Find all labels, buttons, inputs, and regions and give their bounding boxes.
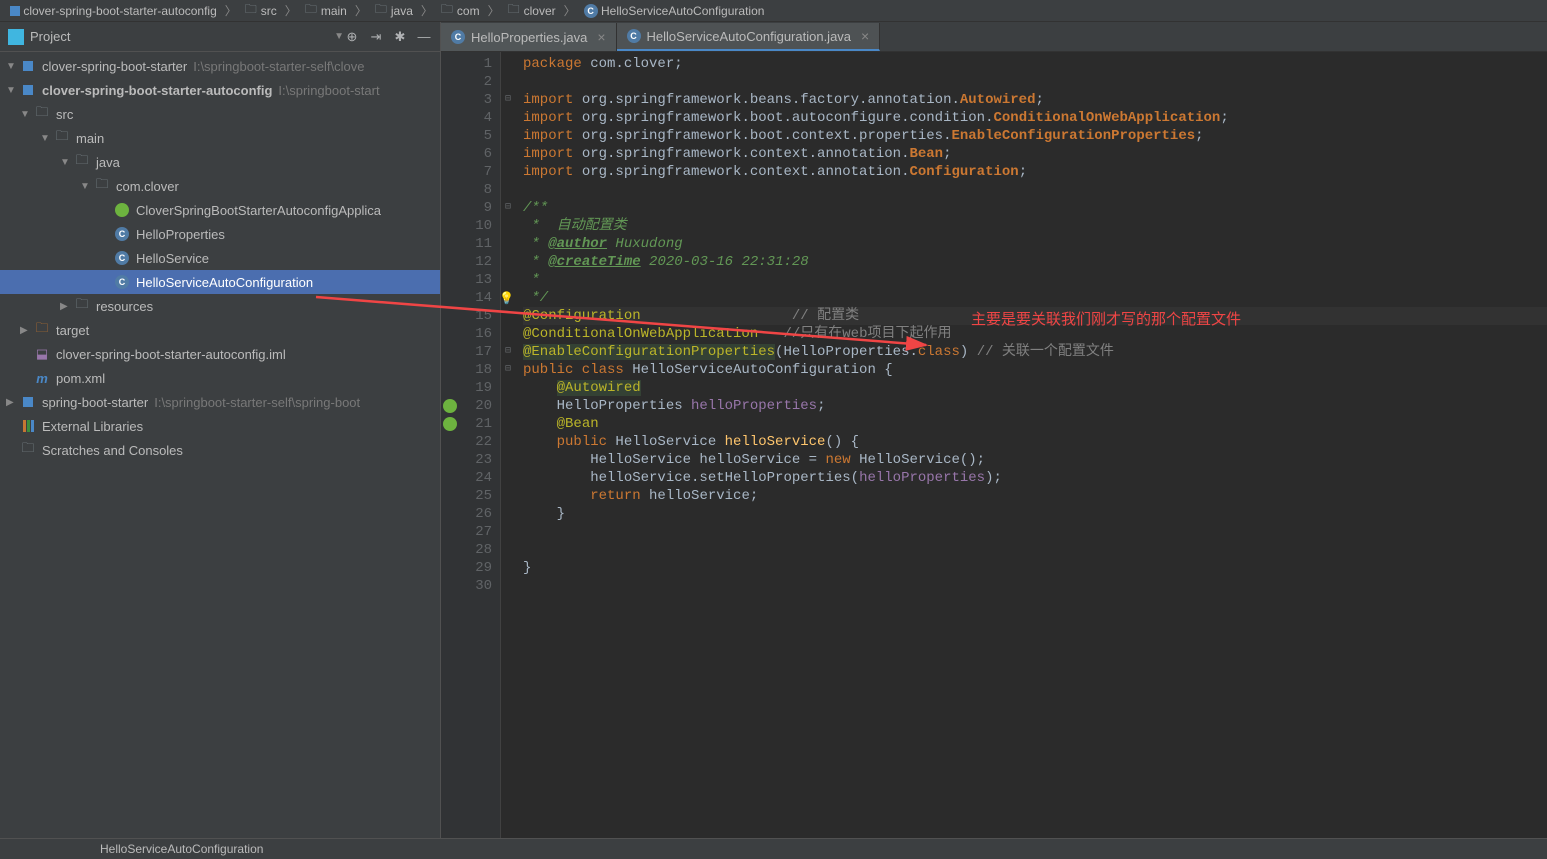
settings-icon[interactable]: ✱ (392, 29, 408, 45)
tree-item[interactable]: CHelloProperties (0, 222, 440, 246)
class-icon: C (451, 30, 465, 44)
breadcrumb-item[interactable]: 🗀com (435, 0, 486, 21)
breadcrumb-item[interactable]: 🗀src (239, 0, 283, 21)
tab-helloserviceautoconfig[interactable]: C HelloServiceAutoConfiguration.java × (617, 23, 881, 51)
tree-item[interactable]: External Libraries (0, 414, 440, 438)
tree-item[interactable]: mpom.xml (0, 366, 440, 390)
tree-item[interactable]: CloverSpringBootStarterAutoconfigApplica (0, 198, 440, 222)
tree-item[interactable]: ▼🗀main (0, 126, 440, 150)
tab-helloproperties[interactable]: C HelloProperties.java × (441, 23, 617, 51)
tree-item[interactable]: CHelloService (0, 246, 440, 270)
code-editor[interactable]: 1234567891011121314💡15161718192021222324… (441, 52, 1547, 838)
tree-item[interactable]: ▼clover-spring-boot-starter-autoconfigI:… (0, 78, 440, 102)
class-icon: C (627, 29, 641, 43)
tree-item[interactable]: ▼clover-spring-boot-starterI:\springboot… (0, 54, 440, 78)
editor-tabs: C HelloProperties.java × C HelloServiceA… (441, 22, 1547, 52)
fold-column[interactable]: ⊟⊟⊟⊟ (501, 52, 515, 838)
editor-area: C HelloProperties.java × C HelloServiceA… (441, 22, 1547, 838)
breadcrumb-item[interactable]: clover-spring-boot-starter-autoconfig (4, 4, 223, 18)
status-bar: HelloServiceAutoConfiguration (0, 838, 1547, 859)
tree-item[interactable]: ▼🗀src (0, 102, 440, 126)
breadcrumb-item[interactable]: 🗀main (299, 0, 353, 21)
breadcrumb-item[interactable]: C HelloServiceAutoConfiguration (578, 4, 771, 18)
close-icon[interactable]: × (861, 28, 869, 44)
sidebar-title: Project (30, 29, 330, 44)
tree-item[interactable]: ▼🗀java (0, 150, 440, 174)
tree-item[interactable]: ▼🗀com.clover (0, 174, 440, 198)
project-sidebar: Project ▼ ⊕ ⇥ ✱ — ▼clover-spring-boot-st… (0, 22, 441, 838)
breadcrumb-item[interactable]: 🗀java (369, 0, 419, 21)
tree-item[interactable]: ▶🗀resources (0, 294, 440, 318)
tab-label: HelloServiceAutoConfiguration.java (647, 29, 852, 44)
tab-label: HelloProperties.java (471, 30, 587, 45)
collapse-icon[interactable]: ⇥ (368, 29, 384, 45)
sidebar-header: Project ▼ ⊕ ⇥ ✱ — (0, 22, 440, 52)
dropdown-icon[interactable]: ▼ (334, 31, 344, 42)
line-gutter: 1234567891011121314💡15161718192021222324… (441, 52, 501, 838)
breadcrumb-item[interactable]: 🗀clover (502, 0, 562, 21)
project-tree[interactable]: ▼clover-spring-boot-starterI:\springboot… (0, 52, 440, 838)
tree-item[interactable]: CHelloServiceAutoConfiguration (0, 270, 440, 294)
breadcrumb: clover-spring-boot-starter-autoconfig〉 🗀… (0, 0, 1547, 22)
tree-item[interactable]: ▶🗀target (0, 318, 440, 342)
hide-icon[interactable]: — (416, 29, 432, 45)
locate-icon[interactable]: ⊕ (344, 29, 360, 45)
tree-item[interactable]: 🗀Scratches and Consoles (0, 438, 440, 462)
code-content[interactable]: package com.clover;import org.springfram… (515, 52, 1547, 838)
tree-item[interactable]: ▶spring-boot-starterI:\springboot-starte… (0, 390, 440, 414)
close-icon[interactable]: × (597, 29, 605, 45)
tree-item[interactable]: ⬓clover-spring-boot-starter-autoconfig.i… (0, 342, 440, 366)
project-icon (8, 29, 24, 45)
status-text: HelloServiceAutoConfiguration (100, 842, 263, 856)
